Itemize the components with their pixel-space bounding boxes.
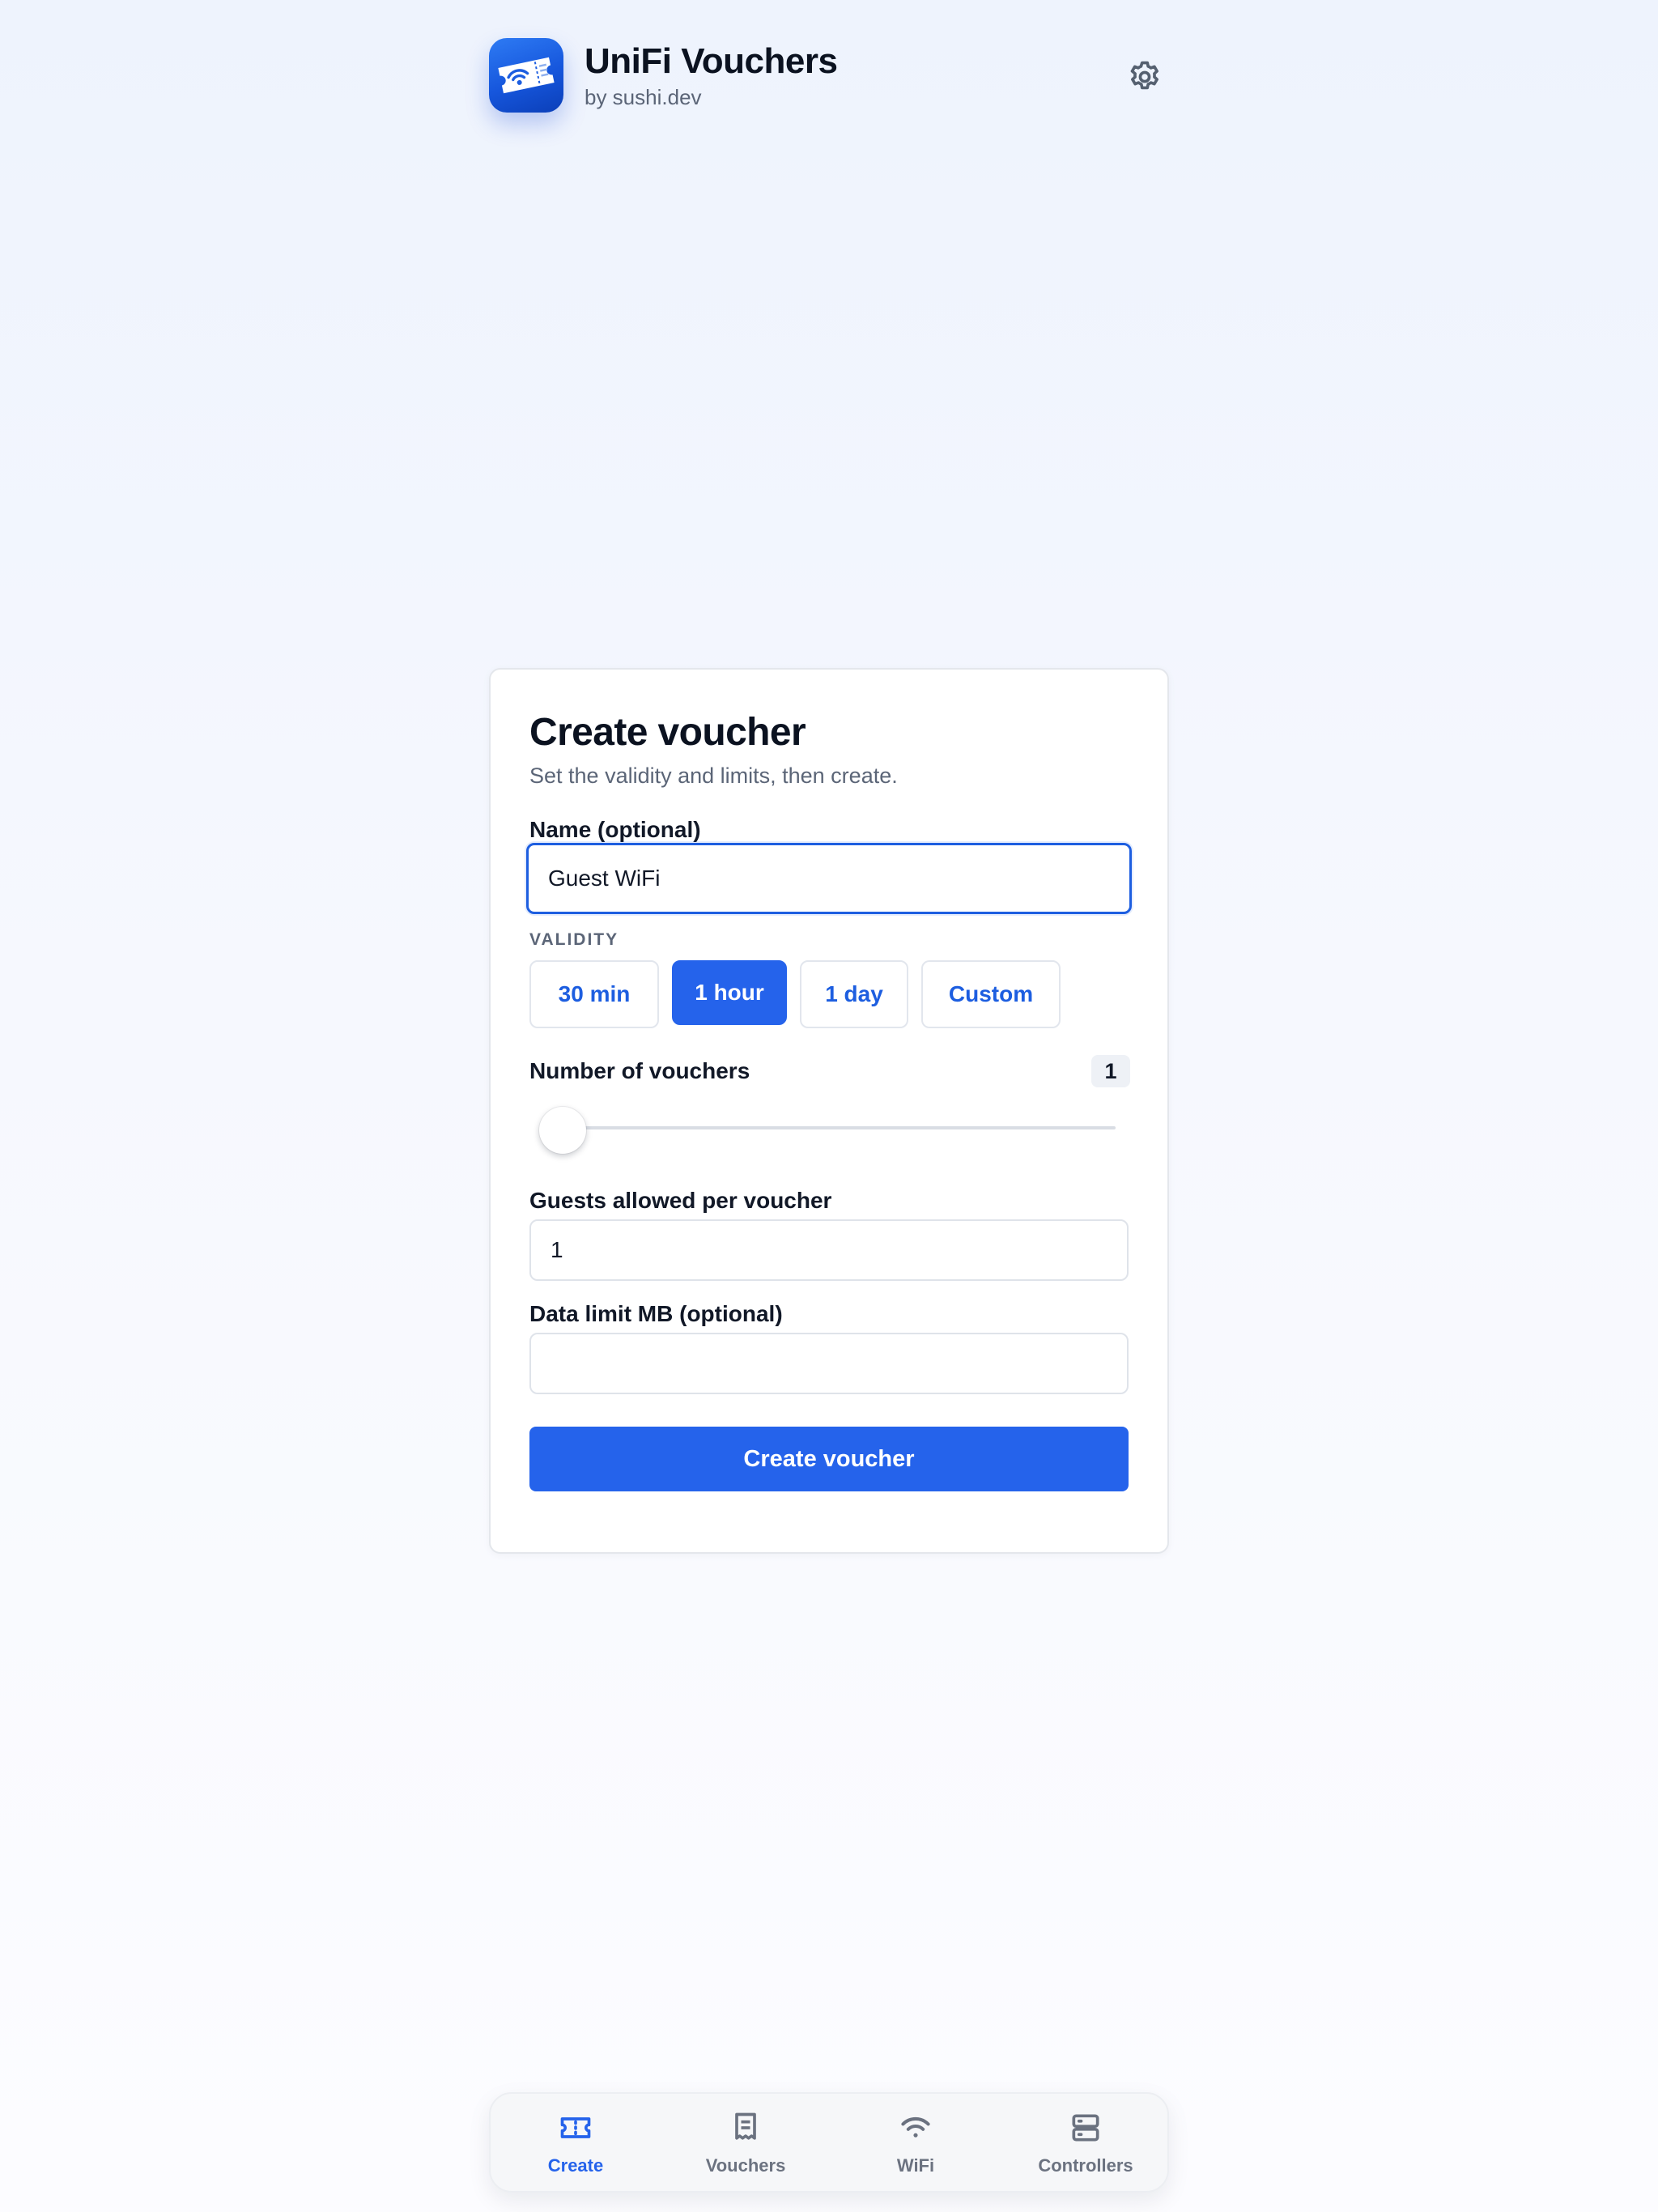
nav-label-vouchers: Vouchers <box>705 2155 786 2176</box>
validity-label: VALIDITY <box>529 930 619 949</box>
voucher-wifi-icon <box>489 38 563 113</box>
nav-item-controllers[interactable]: Controllers <box>1001 2094 1171 2194</box>
card-title: Create voucher <box>529 711 806 754</box>
name-label: Name (optional) <box>529 817 701 842</box>
validity-option-30min[interactable]: 30 min <box>529 960 659 1028</box>
validity-option-1hour[interactable]: 1 hour <box>672 960 787 1025</box>
create-voucher-button[interactable]: Create voucher <box>529 1427 1129 1491</box>
server-icon <box>1072 2114 1099 2142</box>
app-header: UniFi Vouchers by sushi.dev <box>489 38 1166 114</box>
data-limit-label: Data limit MB (optional) <box>529 1301 783 1326</box>
app-subtitle: by sushi.dev <box>585 85 702 109</box>
bottom-nav: Create Vouchers WiFi Controllers <box>489 2092 1169 2193</box>
ticket-icon <box>560 2117 591 2138</box>
voucher-count-badge: 1 <box>1091 1055 1130 1087</box>
nav-label-create: Create <box>547 2155 604 2176</box>
nav-item-vouchers[interactable]: Vouchers <box>661 2094 831 2194</box>
guests-label: Guests allowed per voucher <box>529 1188 832 1213</box>
app-screen: UniFi Vouchers by sushi.dev Create vouch… <box>0 0 1658 2212</box>
settings-button[interactable] <box>1124 56 1166 98</box>
validity-option-1day[interactable]: 1 day <box>800 960 908 1028</box>
nav-label-controllers: Controllers <box>1038 2155 1133 2176</box>
app-title: UniFi Vouchers <box>585 41 838 81</box>
data-limit-input[interactable] <box>529 1333 1129 1394</box>
card-subtitle: Set the validity and limits, then create… <box>529 764 898 788</box>
voucher-count-slider-track[interactable] <box>549 1126 1116 1129</box>
nav-label-wifi: WiFi <box>896 2155 935 2176</box>
receipt-icon <box>735 2112 756 2140</box>
nav-item-wifi[interactable]: WiFi <box>831 2094 1001 2194</box>
name-input[interactable] <box>526 843 1132 914</box>
voucher-count-slider-thumb[interactable] <box>539 1107 586 1154</box>
gear-icon <box>1130 61 1158 90</box>
validity-option-custom[interactable]: Custom <box>921 960 1061 1028</box>
create-voucher-card: Create voucher Set the validity and limi… <box>489 668 1169 1554</box>
guests-input[interactable] <box>529 1219 1129 1281</box>
nav-item-create[interactable]: Create <box>491 2094 661 2194</box>
wifi-icon <box>901 2117 930 2138</box>
voucher-count-label: Number of vouchers <box>529 1058 750 1083</box>
